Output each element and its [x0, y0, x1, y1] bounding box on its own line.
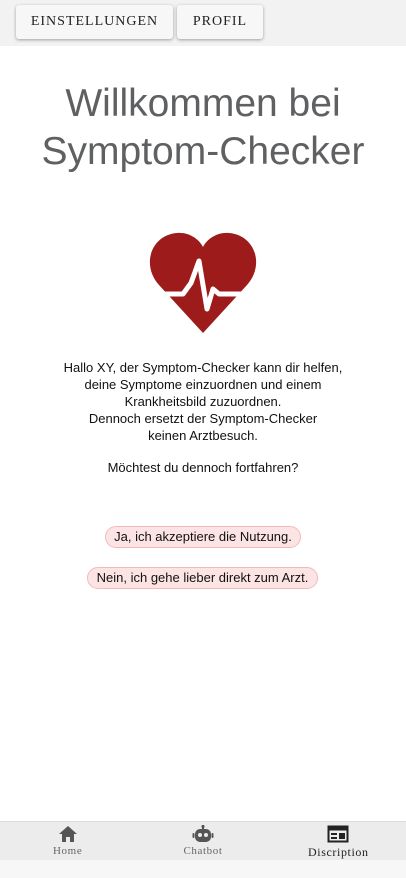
nav-item-chatbot[interactable]: Chatbot — [135, 822, 270, 860]
continue-question: Möchtest du dennoch fortfahren? — [107, 460, 299, 475]
intro-line: Dennoch ersetzt der Symptom-Checker — [88, 411, 318, 426]
nav-item-description[interactable]: Discription — [271, 822, 406, 860]
intro-line: Krankheitsbild zuzuordnen. — [124, 394, 282, 409]
nav-label-home: Home — [53, 845, 83, 857]
home-icon — [58, 826, 77, 842]
settings-button[interactable]: EINSTELLUNGEN — [16, 5, 173, 39]
title-line-1: Willkommen bei — [65, 82, 341, 125]
page-title: Willkommen bei Symptom-Checker — [0, 80, 406, 176]
nav-label-chatbot: Chatbot — [183, 845, 223, 857]
nav-label-description: Discription — [308, 845, 369, 859]
robot-icon — [192, 825, 214, 842]
heart-pulse-icon — [149, 232, 257, 333]
description-icon — [327, 825, 349, 843]
accept-button[interactable]: Ja, ich akzeptiere die Nutzung. — [105, 526, 301, 548]
intro-text: Hallo XY, der Symptom-Checker kann dir h… — [40, 359, 366, 444]
nav-item-home[interactable]: Home — [0, 822, 135, 860]
intro-line: keinen Arztbesuch. — [148, 428, 258, 443]
title-line-2: Symptom-Checker — [41, 130, 365, 173]
intro-line: Hallo XY, der Symptom-Checker kann dir h… — [63, 360, 343, 375]
intro-line: deine Symptome einzuordnen und einem — [84, 377, 322, 392]
decline-button[interactable]: Nein, ich gehe lieber direkt zum Arzt. — [87, 567, 318, 589]
system-bar-area — [0, 860, 406, 878]
profile-button[interactable]: PROFIL — [177, 5, 263, 39]
bottom-navigation: Home Chatbot Discription — [0, 821, 406, 860]
top-app-bar: EINSTELLUNGEN PROFIL — [0, 0, 406, 46]
